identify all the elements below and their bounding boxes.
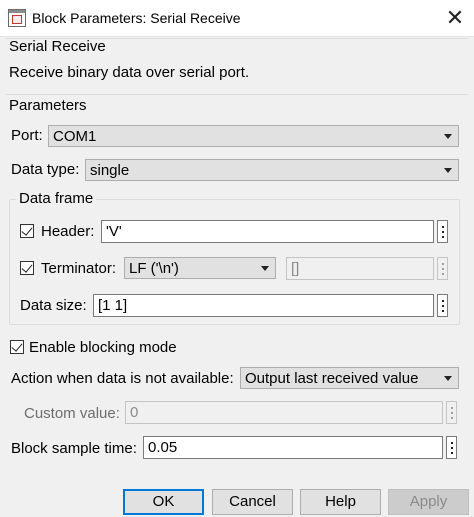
- terminator-label: Terminator:: [41, 260, 117, 277]
- port-dropdown[interactable]: COM1: [48, 125, 459, 147]
- header-label: Header:: [41, 223, 95, 240]
- chevron-down-icon: [261, 266, 269, 271]
- data-type-dropdown[interactable]: single: [85, 159, 459, 181]
- port-label: Port:: [11, 127, 43, 144]
- cancel-button[interactable]: Cancel: [212, 489, 293, 515]
- sample-time-options-icon[interactable]: [446, 436, 457, 459]
- data-size-options-icon[interactable]: [437, 294, 448, 317]
- sample-time-input[interactable]: 0.05: [143, 436, 443, 459]
- port-value: COM1: [53, 128, 97, 145]
- action-label: Action when data is not available:: [11, 370, 234, 387]
- block-name: Serial Receive: [9, 38, 106, 55]
- parameters-heading: Parameters: [9, 97, 87, 114]
- action-value: Output last received value: [245, 370, 419, 387]
- terminator-dropdown[interactable]: LF ('\n'): [124, 257, 276, 279]
- simulink-block-icon: [8, 9, 26, 27]
- header-options-icon[interactable]: [437, 220, 448, 243]
- chevron-down-icon: [444, 376, 452, 381]
- terminator-value: LF ('\n'): [129, 260, 179, 277]
- apply-button: Apply: [388, 489, 469, 515]
- terminator-checkbox[interactable]: [20, 261, 34, 275]
- enable-blocking-label: Enable blocking mode: [29, 339, 177, 356]
- sample-time-label: Block sample time:: [11, 440, 137, 457]
- terminator-custom-input: []: [286, 257, 434, 280]
- custom-value-input: 0: [125, 401, 443, 424]
- custom-value-options-icon: [446, 401, 457, 424]
- close-icon[interactable]: ✕: [441, 4, 469, 32]
- chevron-down-icon: [444, 134, 452, 139]
- header-input[interactable]: 'V': [101, 220, 434, 243]
- chevron-down-icon: [444, 168, 452, 173]
- terminator-options-icon: [437, 257, 448, 280]
- enable-blocking-checkbox[interactable]: [10, 340, 24, 354]
- data-size-input[interactable]: [1 1]: [93, 294, 434, 317]
- header-checkbox[interactable]: [20, 224, 34, 238]
- action-dropdown[interactable]: Output last received value: [240, 367, 459, 389]
- data-type-label: Data type:: [11, 161, 80, 178]
- help-button[interactable]: Help: [300, 489, 381, 515]
- window-title: Block Parameters: Serial Receive: [32, 10, 241, 26]
- custom-value-label: Custom value:: [24, 405, 120, 422]
- parameters-frame-top: [6, 94, 468, 95]
- ok-button[interactable]: OK: [123, 489, 204, 515]
- data-type-value: single: [90, 162, 130, 179]
- data-size-label: Data size:: [20, 297, 87, 314]
- block-description: Receive binary data over serial port.: [9, 64, 250, 81]
- data-frame-heading: Data frame: [16, 190, 97, 207]
